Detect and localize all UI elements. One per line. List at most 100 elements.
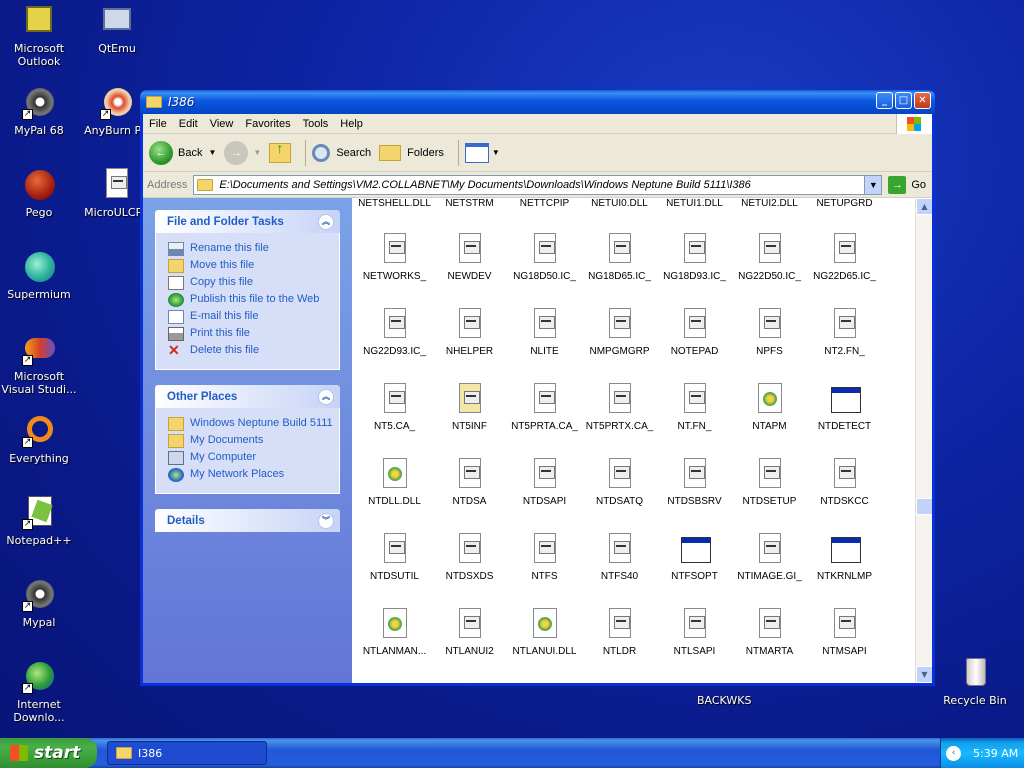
- file-item[interactable]: NG18D50.IC_: [507, 233, 582, 308]
- file-item[interactable]: NTDETECT: [807, 383, 882, 458]
- chevron-down-icon[interactable]: ▼: [253, 148, 261, 157]
- file-item[interactable]: NTLSAPI: [657, 608, 732, 683]
- file-item[interactable]: NTFSOPT: [657, 533, 732, 608]
- address-input[interactable]: E:\Documents and Settings\VM2.COLLABNET\…: [193, 174, 883, 195]
- desktop-icon-pego[interactable]: Pego: [0, 168, 78, 219]
- details-header[interactable]: Details ︾: [155, 509, 340, 532]
- delete-file-link[interactable]: ✕ Delete this file: [168, 343, 339, 358]
- title-bar[interactable]: I386 _ □ ✕: [140, 90, 935, 114]
- file-item[interactable]: NETUI1.DLL: [657, 198, 732, 233]
- minimize-button[interactable]: _: [876, 92, 893, 109]
- collapse-chevron-icon[interactable]: ︽: [318, 388, 334, 405]
- file-item[interactable]: NTLANUI2: [432, 608, 507, 683]
- desktop-icon-recycle-bin[interactable]: Recycle Bin: [936, 656, 1014, 707]
- file-item[interactable]: NTDSATQ: [582, 458, 657, 533]
- scroll-up-button[interactable]: ▲: [916, 198, 932, 215]
- file-item[interactable]: NT5.CA_: [357, 383, 432, 458]
- desktop-icon-notepadpp[interactable]: ↗ Notepad++: [0, 496, 78, 547]
- file-item[interactable]: NTDSUTIL: [357, 533, 432, 608]
- file-folder-tasks-header[interactable]: File and Folder Tasks ︽: [155, 210, 340, 233]
- show-hidden-icons-button[interactable]: ‹: [946, 745, 961, 761]
- file-item[interactable]: NTIMAGE.GI_: [732, 533, 807, 608]
- menu-view[interactable]: View: [210, 118, 234, 130]
- chevron-down-icon[interactable]: ▼: [492, 148, 500, 157]
- file-list-view[interactable]: NETSHELL.DLL NETSTRM NETTCPIP NETUI0.DLL NET…: [352, 198, 932, 683]
- file-item[interactable]: NG22D65.IC_: [807, 233, 882, 308]
- file-item[interactable]: NTFS: [507, 533, 582, 608]
- desktop-icon-everything[interactable]: ↗ Everything: [0, 414, 78, 465]
- desktop-icon-outlook[interactable]: Microsoft Outlook: [0, 4, 78, 68]
- search-button[interactable]: Search: [312, 143, 371, 162]
- copy-file-link[interactable]: Copy this file: [168, 276, 339, 290]
- up-folder-button[interactable]: ↑: [269, 140, 292, 163]
- place-my-network-places[interactable]: My Network Places: [168, 468, 339, 482]
- vertical-scrollbar[interactable]: ▲ ▼: [915, 198, 932, 683]
- file-item[interactable]: NLITE: [507, 308, 582, 383]
- maximize-button[interactable]: □: [895, 92, 912, 109]
- start-button[interactable]: start: [0, 738, 97, 768]
- address-dropdown-button[interactable]: ▼: [864, 175, 882, 194]
- file-item[interactable]: NG18D65.IC_: [582, 233, 657, 308]
- desktop-icon-backwks-label[interactable]: BACKWKS: [697, 694, 751, 707]
- file-item[interactable]: NETTCPIP: [507, 198, 582, 233]
- expand-chevron-icon[interactable]: ︾: [318, 512, 334, 529]
- file-item[interactable]: NG22D93.IC_: [357, 308, 432, 383]
- scroll-down-button[interactable]: ▼: [916, 666, 932, 683]
- file-item[interactable]: NEWDEV: [432, 233, 507, 308]
- file-item[interactable]: NETUI2.DLL: [732, 198, 807, 233]
- file-item[interactable]: NT5PRTA.CA_: [507, 383, 582, 458]
- file-item[interactable]: NT.FN_: [657, 383, 732, 458]
- file-item[interactable]: NG22D50.IC_: [732, 233, 807, 308]
- file-item[interactable]: NTKRNLMP: [807, 533, 882, 608]
- views-button[interactable]: ▼: [464, 142, 500, 163]
- taskbar-item-i386[interactable]: I386: [107, 741, 267, 765]
- place-windows-neptune[interactable]: Windows Neptune Build 5111: [168, 417, 339, 431]
- file-item[interactable]: NOTEPAD: [657, 308, 732, 383]
- menu-tools[interactable]: Tools: [303, 118, 329, 130]
- file-item[interactable]: NG18D93.IC_: [657, 233, 732, 308]
- publish-web-link[interactable]: Publish this file to the Web: [168, 293, 339, 307]
- file-item[interactable]: NTDSAPI: [507, 458, 582, 533]
- rename-file-link[interactable]: Rename this file: [168, 242, 339, 256]
- forward-button[interactable]: → ▼: [224, 140, 261, 165]
- file-item[interactable]: NMPGMGRP: [582, 308, 657, 383]
- explorer-window[interactable]: I386 _ □ ✕ File Edit View Favorites Tool…: [140, 90, 935, 686]
- desktop-icon-qtemu[interactable]: QtEmu: [78, 4, 156, 55]
- other-places-header[interactable]: Other Places ︽: [155, 385, 340, 408]
- file-item[interactable]: NPFS: [732, 308, 807, 383]
- desktop-icon-mypal68[interactable]: ↗ MyPal 68: [0, 86, 78, 137]
- file-item[interactable]: NTDSA: [432, 458, 507, 533]
- file-item[interactable]: NHELPER: [432, 308, 507, 383]
- menu-favorites[interactable]: Favorites: [245, 118, 290, 130]
- file-item[interactable]: NT5INF: [432, 383, 507, 458]
- file-item[interactable]: NTLANMAN...: [357, 608, 432, 683]
- desktop-icon-internet-download[interactable]: ↗ Internet Downlo...: [0, 660, 78, 724]
- file-item[interactable]: NTLANUI.DLL: [507, 608, 582, 683]
- desktop-icon-visual-studio[interactable]: ↗ Microsoft Visual Studi...: [0, 332, 78, 396]
- file-item[interactable]: NETSHELL.DLL: [357, 198, 432, 233]
- file-item[interactable]: NTMSAPI: [807, 608, 882, 683]
- file-item[interactable]: NTAPM: [732, 383, 807, 458]
- close-button[interactable]: ✕: [914, 92, 931, 109]
- file-item[interactable]: NETUPGRD: [807, 198, 882, 233]
- print-file-link[interactable]: Print this file: [168, 327, 339, 341]
- clock[interactable]: 5:39 AM: [973, 747, 1018, 760]
- scroll-thumb[interactable]: [916, 498, 932, 515]
- file-item[interactable]: NETSTRM: [432, 198, 507, 233]
- go-button[interactable]: → Go: [888, 175, 926, 194]
- menu-edit[interactable]: Edit: [179, 118, 198, 130]
- collapse-chevron-icon[interactable]: ︽: [318, 213, 334, 230]
- file-item[interactable]: NTDSBSRV: [657, 458, 732, 533]
- file-item[interactable]: NT2.FN_: [807, 308, 882, 383]
- file-item[interactable]: NETUI0.DLL: [582, 198, 657, 233]
- email-file-link[interactable]: E-mail this file: [168, 310, 339, 324]
- menu-help[interactable]: Help: [340, 118, 363, 130]
- move-file-link[interactable]: Move this file: [168, 259, 339, 273]
- place-my-computer[interactable]: My Computer: [168, 451, 339, 465]
- file-item[interactable]: NTDSKCC: [807, 458, 882, 533]
- place-my-documents[interactable]: My Documents: [168, 434, 339, 448]
- file-item[interactable]: NTDSXDS: [432, 533, 507, 608]
- file-item[interactable]: NTFS40: [582, 533, 657, 608]
- file-item[interactable]: NTLDR: [582, 608, 657, 683]
- chevron-down-icon[interactable]: ▼: [208, 148, 216, 157]
